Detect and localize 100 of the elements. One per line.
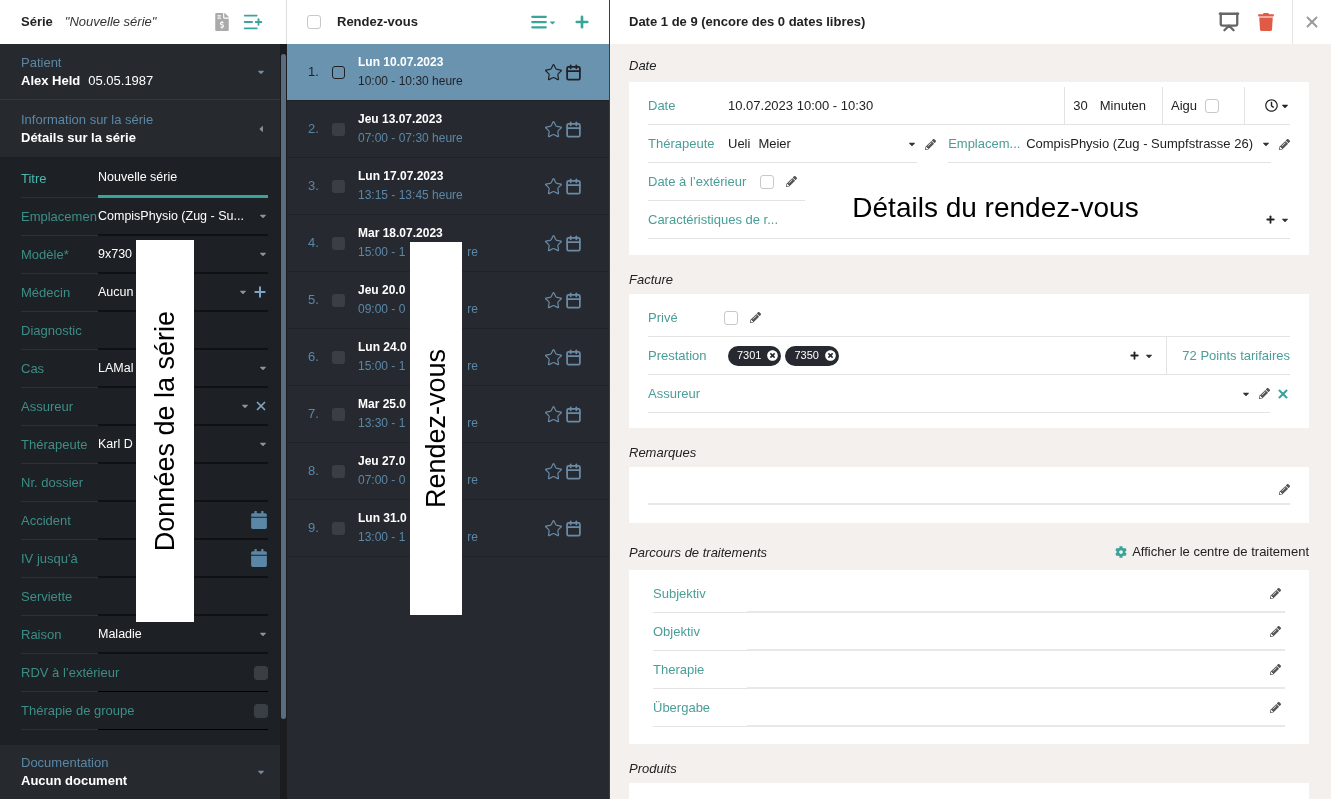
calendar-icon[interactable] [565,177,582,195]
row-number: 5. [308,291,320,310]
appointment-time: 13:15 - 13:45 heure [358,187,463,204]
calendar-icon[interactable] [565,405,582,423]
field-label: Raison [21,625,62,644]
treatment-center-link[interactable]: Afficher le centre de traitement [1115,542,1309,562]
section-title: Facture [629,272,674,288]
appointment-row[interactable]: 1. Lun 10.07.2023 10:00 - 10:30 heure [287,44,609,101]
star-icon[interactable] [544,290,563,310]
calendar-icon[interactable] [565,63,582,81]
row-number: 2. [308,120,320,139]
duration-unit: Minuten [1099,96,1147,115]
row-number: 6. [308,348,320,367]
scrollbar[interactable] [280,44,287,799]
pencil-icon[interactable] [1270,701,1281,713]
calendar-icon[interactable] [250,549,268,567]
input-field[interactable]: Nouvelle série [98,160,268,198]
series-name: "Nouvelle série" [64,13,158,32]
calendar-icon[interactable] [565,234,582,252]
field-label: Date à l’extérieur [648,172,747,191]
field-label: Emplacemen [21,207,97,226]
remove-icon[interactable] [824,350,836,361]
star-icon[interactable] [544,62,563,82]
service-chip[interactable]: 7350 [785,345,839,366]
menu-icon[interactable] [530,13,557,31]
input-field[interactable]: CompisPhysio (Zug - Su... [98,198,268,236]
close-icon[interactable] [254,399,268,413]
annotation-label: Données de la série [136,240,194,622]
calendar-icon[interactable] [565,291,582,309]
points-total: 72 Points tarifaires [1182,346,1290,365]
gear-icon[interactable] [1115,546,1128,558]
select-field[interactable]: CompisPhysio (Zug - Sumpfstrasse 26) [1026,125,1271,163]
section-value: Détails sur la série [21,128,137,147]
appointment-time: 07:00 - 07:30 heure [358,130,463,147]
close-icon[interactable] [1276,387,1290,401]
patient-section[interactable]: Patient Alex Held 05.05.1987 [0,44,280,100]
service-chip[interactable]: 7301 [728,345,782,366]
pencil-icon[interactable] [786,176,797,187]
clock-icon[interactable] [1265,99,1278,112]
appointment-time: re [467,529,478,546]
star-icon[interactable] [544,461,563,481]
star-icon[interactable] [544,176,563,196]
calendar-icon[interactable] [565,120,582,138]
date-value[interactable]: 10.07.2023 10:00 - 10:30 [728,95,1065,116]
add-icon[interactable] [1265,214,1276,225]
calendar-icon[interactable] [250,511,268,529]
field-label: Übergabe [653,698,711,717]
star-icon[interactable] [544,347,563,367]
checkbox[interactable] [332,65,345,79]
calendar-icon[interactable] [565,348,582,366]
field-label: Assureur [648,384,701,403]
info-section[interactable]: Information sur la série Détails sur la série [0,100,280,157]
field-label: Emplacem... [948,134,1021,153]
checkbox[interactable] [254,703,268,718]
add-icon[interactable] [1129,350,1141,361]
pencil-icon[interactable] [1279,138,1290,150]
documentation-section[interactable]: Documentation Aucun document [0,745,280,799]
field-label: Serviette [21,587,73,606]
field-label: Assureur [21,397,74,416]
field-label: Thérapie de groupe [21,701,135,720]
appointment-time: 13:30 - 1 [358,415,406,432]
field-label: Thérapeute [21,435,88,454]
pencil-icon[interactable] [1270,625,1281,637]
appointment-date: Mar 18.07.2023 [358,225,444,242]
trash-icon[interactable] [1258,13,1274,31]
remove-icon[interactable] [767,350,779,361]
acute-label: Aigu [1171,96,1198,115]
add-icon[interactable] [252,284,268,300]
field-label: Thérapeute [648,134,715,153]
appointment-time: 15:00 - 1 [358,358,406,375]
appointment-time: re [467,472,478,489]
star-icon[interactable] [544,233,563,253]
pencil-icon[interactable] [750,312,761,323]
star-icon[interactable] [544,119,563,139]
star-icon[interactable] [544,404,563,424]
pencil-icon[interactable] [925,138,937,150]
duration-value[interactable]: 30 [1073,95,1088,116]
section-title: Remarques [629,445,697,461]
field-label: Privé [648,308,678,327]
appointment-date: Lun 31.0 [358,510,408,527]
field-label: Modèle* [21,245,69,264]
pencil-icon[interactable] [1259,388,1270,399]
select-field[interactable]: Ueli Meier [728,125,918,163]
row-number: 1. [308,63,320,82]
pencil-icon[interactable] [1279,483,1290,495]
easel-icon[interactable] [1218,11,1240,33]
invoice-icon[interactable] [215,13,229,31]
calendar-icon[interactable] [565,462,582,480]
section-label: Information sur la série [21,110,155,129]
appointment-time: 15:00 - 1 [358,244,406,261]
appointment-date: Jeu 13.07.2023 [358,111,444,128]
appointment-time: 07:00 - 0 [358,472,406,489]
pencil-icon[interactable] [1270,587,1281,599]
calendar-icon[interactable] [565,519,582,537]
star-icon[interactable] [544,518,563,538]
pencil-icon[interactable] [1270,663,1281,675]
field-label: IV jusqu'à [21,549,78,568]
appointment-time: re [467,415,478,432]
panel-title: Série [21,13,53,32]
checkbox[interactable] [254,665,268,680]
